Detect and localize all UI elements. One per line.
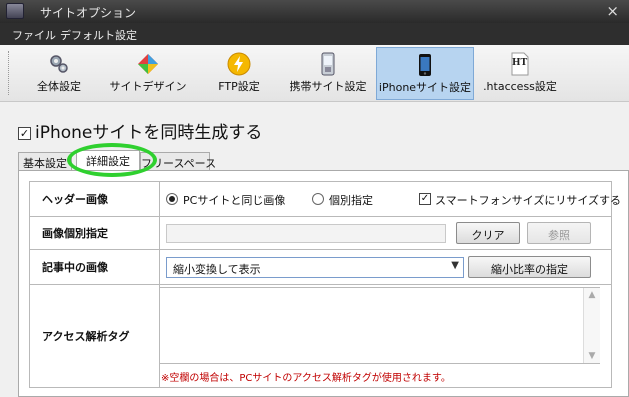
image-specify-label: 画像個別指定 (42, 227, 108, 240)
menu-default-settings[interactable]: デフォルト設定 (60, 27, 137, 43)
detail-settings-panel: ヘッダー画像 PCサイトと同じ画像 個別指定 ✓ スマートフォンサイズにリサイズ… (18, 170, 629, 397)
resize-checkbox[interactable]: ✓ (419, 193, 431, 205)
lightning-icon (227, 52, 251, 79)
tab-basic-settings[interactable]: 基本設定 (18, 152, 72, 170)
toolbar-general-settings[interactable]: 全体設定 (30, 47, 88, 100)
toolbar-label: サイトデザイン (109, 80, 187, 93)
image-path-input[interactable] (166, 224, 446, 243)
scroll-down-icon[interactable]: ▼ (584, 351, 600, 361)
palette-icon (136, 52, 160, 79)
row-label: 記事中の画像 (30, 250, 160, 284)
toolbar-mobile-site-settings[interactable]: 携帯サイト設定 (284, 47, 372, 100)
ht-icon-text: HT (512, 58, 528, 68)
browse-button[interactable]: 参照 (527, 222, 591, 244)
toolbar-label: .htaccess設定 (483, 80, 557, 93)
ratio-setting-button[interactable]: 縮小比率の指定 (468, 256, 591, 278)
toolbar-label: iPhoneサイト設定 (378, 81, 472, 94)
toolbar-ftp-settings[interactable]: FTP設定 (208, 47, 270, 100)
access-tag-note: ※空欄の場合は、PCサイトのアクセス解析タグが使用されます。 (161, 373, 451, 384)
tab-free-space[interactable]: フリースペース (140, 152, 216, 170)
page-title: iPhoneサイトを同時生成する (35, 123, 263, 143)
row-label: アクセス解析タグ (30, 285, 160, 387)
toolbar-htaccess-settings[interactable]: HT .htaccess設定 (478, 47, 562, 100)
toolbar-iphone-site-settings[interactable]: iPhoneサイト設定 (376, 47, 474, 100)
resize-checkbox-label[interactable]: スマートフォンサイズにリサイズする (435, 192, 621, 208)
toolbar-label: 全体設定 (37, 80, 81, 93)
article-image-label: 記事中の画像 (42, 261, 108, 274)
ht-document-icon: HT (509, 52, 531, 76)
radio-individual-label[interactable]: 個別指定 (329, 192, 373, 208)
clear-button[interactable]: クリア (456, 222, 520, 244)
row-article-image: 記事中の画像 縮小変換して表示 ▼ 縮小比率の指定 (30, 250, 611, 285)
textarea-scrollbar[interactable]: ▲ ▼ (583, 288, 600, 363)
row-image-specify: 画像個別指定 クリア 参照 (30, 217, 611, 250)
generate-iphone-site-checkbox[interactable]: ✓ iPhoneサイトを同時生成する (18, 118, 262, 143)
article-image-selected: 縮小変換して表示 (173, 263, 261, 276)
iphone-icon (418, 53, 432, 80)
row-label: ヘッダー画像 (30, 182, 160, 216)
scroll-up-icon[interactable]: ▲ (584, 290, 600, 300)
toolbar: 全体設定 サイトデザイン FTP設定 携帯サイト設定 iPhoneサイト設定 H… (0, 45, 629, 102)
radio-same-as-pc[interactable] (166, 193, 178, 205)
app-icon (6, 3, 24, 19)
menu-bar: ファイル デフォルト設定 (0, 23, 629, 45)
access-tag-textarea[interactable] (159, 287, 600, 364)
row-header-image: ヘッダー画像 PCサイトと同じ画像 個別指定 ✓ スマートフォンサイズにリサイズ… (30, 182, 621, 217)
article-image-select[interactable]: 縮小変換して表示 ▼ (166, 257, 464, 278)
close-icon[interactable]: × (606, 2, 619, 20)
window-title: サイトオプション (40, 6, 137, 20)
toolbar-grip (8, 51, 10, 95)
row-label: 画像個別指定 (30, 217, 160, 249)
radio-individual[interactable] (312, 193, 324, 205)
access-tag-label: アクセス解析タグ (42, 330, 130, 343)
tab-detail-settings[interactable]: 詳細設定 (76, 150, 140, 170)
title-bar: サイトオプション × (0, 0, 629, 23)
toolbar-site-design[interactable]: サイトデザイン (104, 47, 192, 100)
gears-icon (47, 52, 71, 79)
chevron-down-icon: ▼ (451, 260, 459, 271)
checkbox-mark: ✓ (18, 127, 31, 140)
menu-file[interactable]: ファイル (12, 27, 56, 43)
toolbar-label: FTP設定 (218, 80, 260, 93)
radio-same-as-pc-label[interactable]: PCサイトと同じ画像 (183, 192, 285, 208)
mobile-phone-icon (321, 52, 335, 79)
settings-grid: ヘッダー画像 PCサイトと同じ画像 個別指定 ✓ スマートフォンサイズにリサイズ… (29, 181, 621, 388)
toolbar-label: 携帯サイト設定 (289, 80, 367, 93)
row-access-tag: アクセス解析タグ ▲ ▼ ※空欄の場合は、PCサイトのアクセス解析タグが使用され… (30, 285, 611, 387)
header-image-label: ヘッダー画像 (42, 193, 108, 206)
